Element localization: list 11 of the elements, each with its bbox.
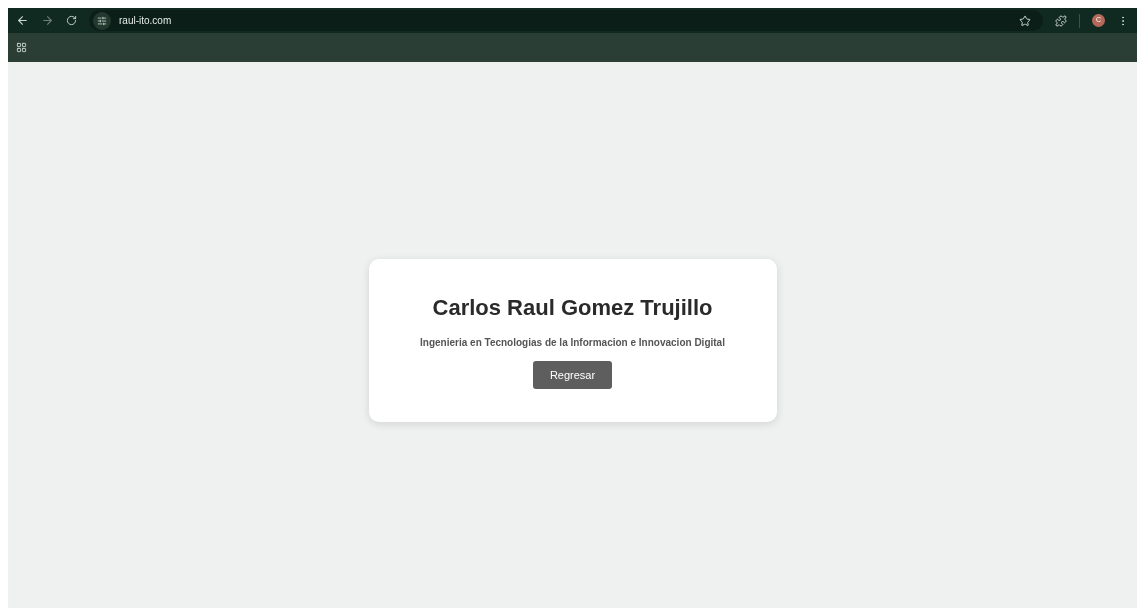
card-subtitle: Ingenieria en Tecnologias de la Informacion e Innovacion Digital — [420, 336, 725, 350]
apps-icon[interactable] — [16, 42, 27, 53]
address-bar[interactable]: raul-ito.com — [89, 10, 1043, 31]
site-settings-icon[interactable] — [93, 11, 111, 30]
back-button[interactable]: Regresar — [533, 361, 612, 389]
back-icon[interactable] — [16, 14, 29, 27]
bookmark-star-icon[interactable] — [1019, 14, 1031, 27]
extensions-icon[interactable] — [1055, 14, 1067, 27]
card-title: Carlos Raul Gomez Trujillo — [432, 294, 713, 322]
url-text: raul-ito.com — [119, 14, 172, 28]
reload-icon[interactable] — [66, 15, 77, 26]
